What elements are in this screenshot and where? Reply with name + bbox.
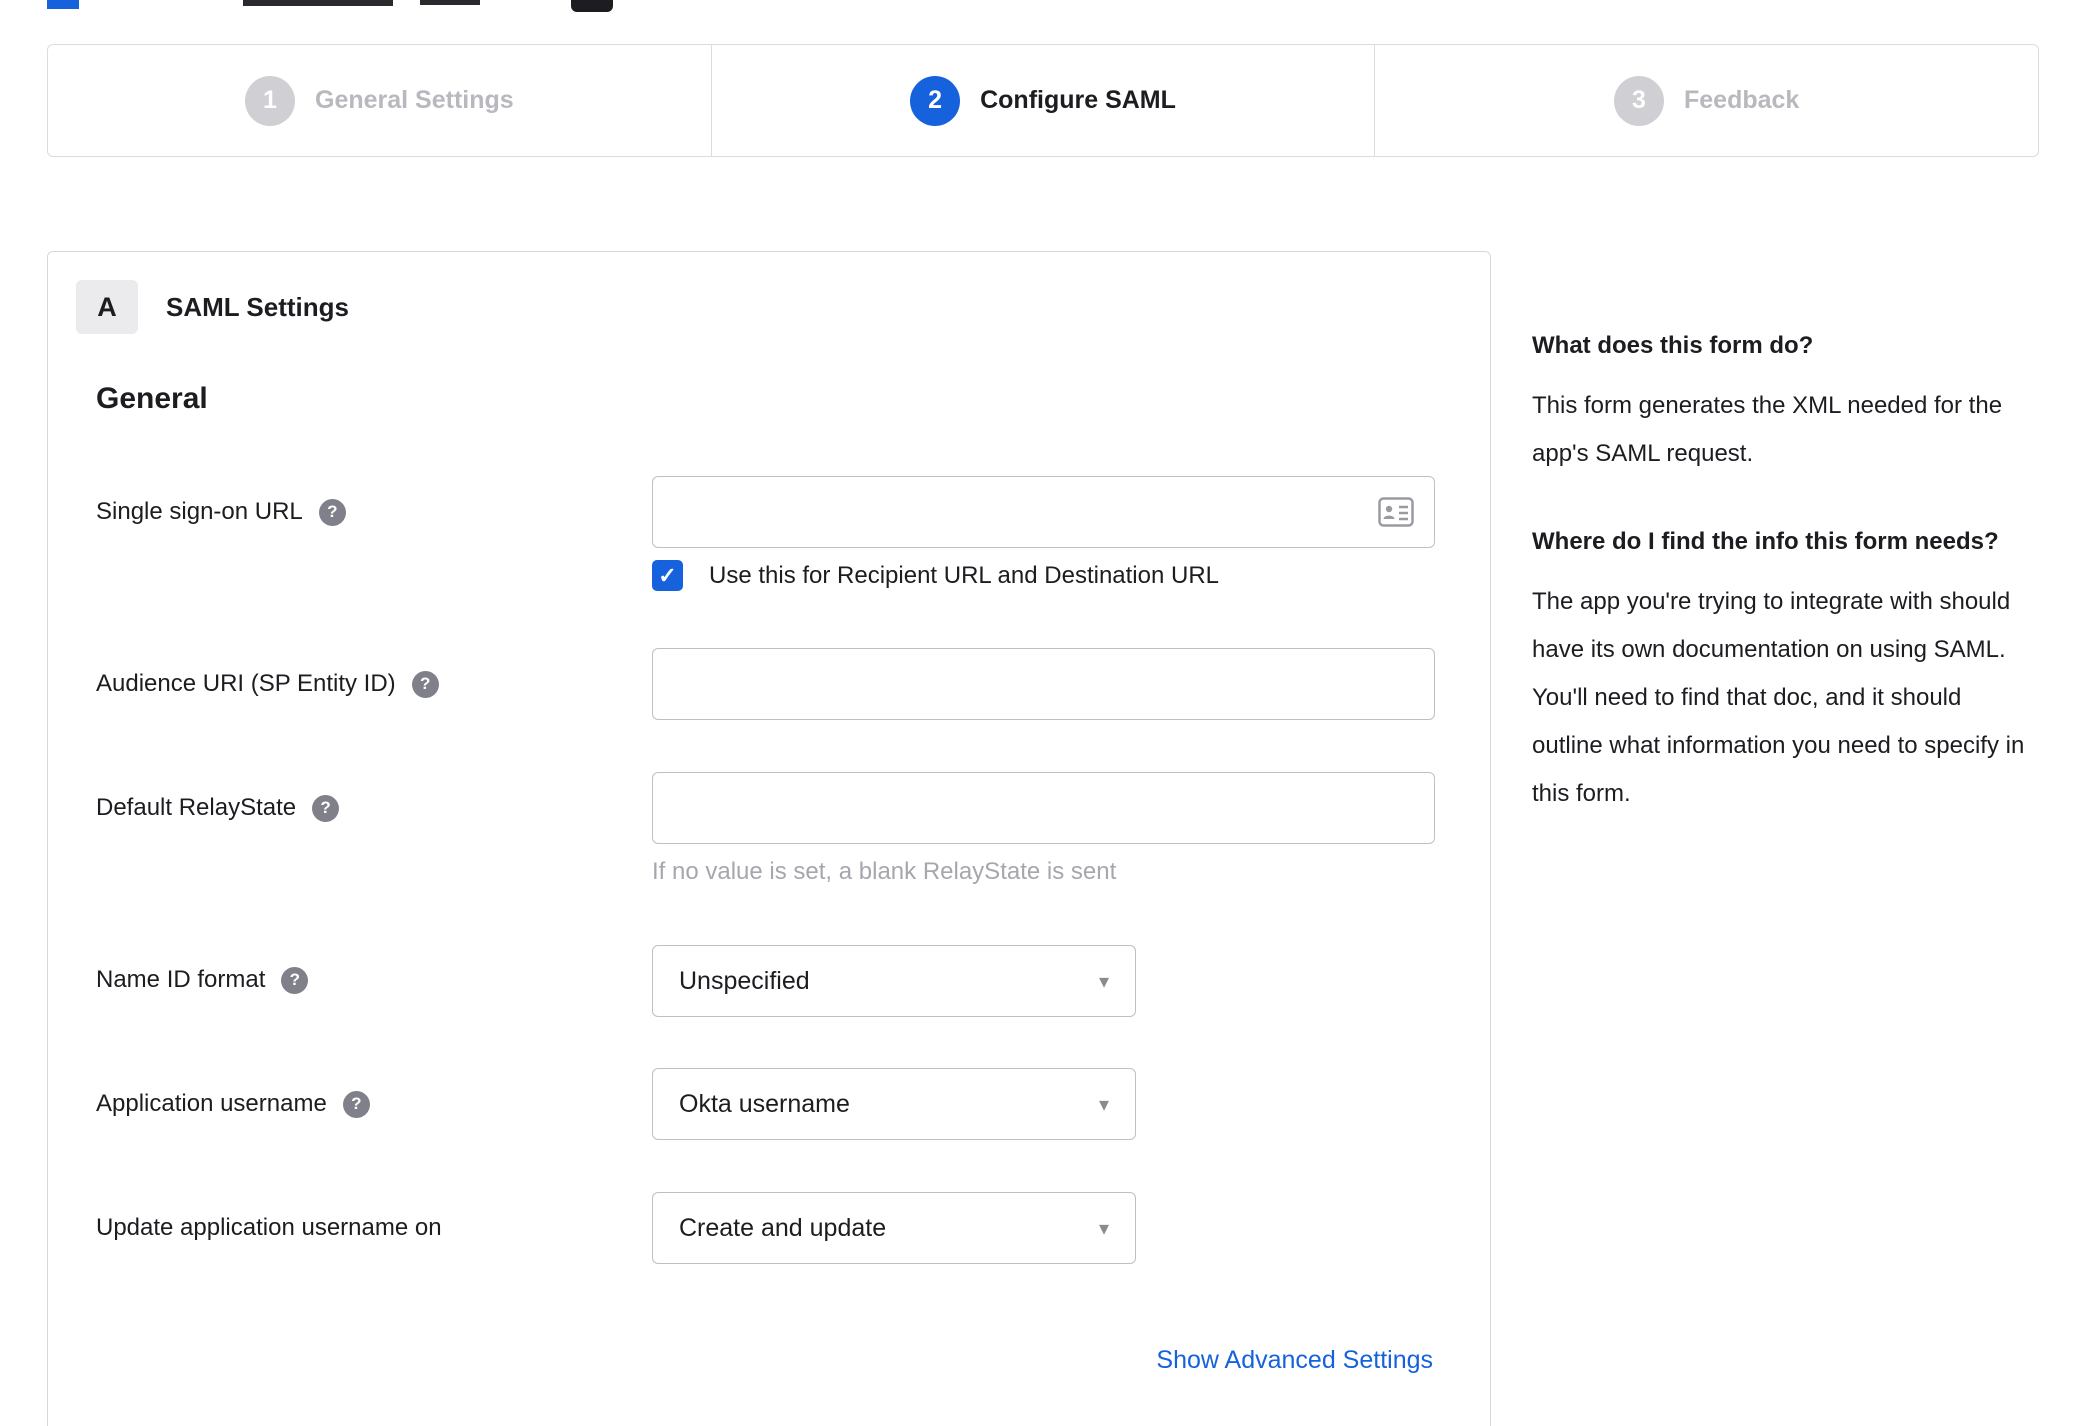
sidebar-question-2: Where do I find the info this form needs… [1532, 528, 1999, 555]
relay-state-helper-text: If no value is set, a blank RelayState i… [652, 858, 1117, 885]
help-icon[interactable]: ? [411, 670, 439, 698]
name-id-format-select[interactable]: Unspecified ▾ [652, 945, 1136, 1017]
app-username-label: Application username [96, 1090, 327, 1117]
recipient-url-checkbox-row: ✓ Use this for Recipient URL and Destina… [652, 560, 1219, 591]
section-a-badge: A [76, 280, 138, 334]
app-username-value: Okta username [679, 1089, 850, 1118]
app-username-select[interactable]: Okta username ▾ [652, 1068, 1136, 1140]
configure-saml-page: 1 General Settings 2 Configure SAML 3 Fe… [0, 0, 2092, 1426]
relay-state-label: Default RelayState [96, 794, 297, 821]
show-advanced-settings-link[interactable]: Show Advanced Settings [1156, 1338, 1433, 1382]
audience-uri-label-row: Audience URI (SP Entity ID) ? [96, 662, 439, 706]
relay-state-input[interactable] [652, 772, 1435, 844]
contact-card-icon [1378, 497, 1414, 527]
recipient-url-checkbox[interactable]: ✓ [652, 560, 683, 591]
step-number-badge: 3 [1614, 75, 1664, 126]
card-title: SAML Settings [166, 291, 349, 322]
name-id-format-value: Unspecified [679, 966, 810, 995]
sso-url-label-row: Single sign-on URL ? [96, 490, 346, 534]
audience-uri-label: Audience URI (SP Entity ID) [96, 670, 396, 697]
relay-state-label-row: Default RelayState ? [96, 786, 340, 830]
chevron-down-icon: ▾ [1098, 1217, 1109, 1240]
step-label: Configure SAML [980, 86, 1176, 114]
help-icon[interactable]: ? [318, 498, 346, 526]
name-id-format-label-row: Name ID format ? [96, 958, 309, 1002]
help-icon[interactable]: ? [281, 966, 309, 994]
step-label: General Settings [315, 86, 514, 114]
general-section-heading: General [96, 382, 208, 415]
help-icon[interactable]: ? [312, 794, 340, 822]
update-app-username-label: Update application username on [96, 1214, 442, 1241]
update-app-username-label-row: Update application username on [96, 1206, 442, 1250]
update-app-username-value: Create and update [679, 1213, 887, 1242]
step-general-settings[interactable]: 1 General Settings [48, 45, 711, 156]
sidebar-answer-1: This form generates the XML needed for t… [1532, 392, 2003, 467]
page-title-fragment [571, 0, 613, 12]
sso-url-input[interactable] [652, 476, 1435, 548]
step-number-badge: 2 [910, 75, 961, 126]
sso-url-label: Single sign-on URL [96, 498, 303, 525]
chevron-down-icon: ▾ [1098, 1093, 1109, 1116]
sidebar-question-1: What does this form do? [1532, 332, 1814, 359]
page-title-fragment [47, 0, 79, 9]
saml-settings-card: A SAML Settings General Single sign-on U… [47, 251, 1491, 1426]
page-title-fragment [420, 0, 480, 5]
step-label: Feedback [1684, 86, 1800, 114]
app-username-label-row: Application username ? [96, 1082, 370, 1126]
help-icon[interactable]: ? [342, 1090, 370, 1118]
wizard-stepper: 1 General Settings 2 Configure SAML 3 Fe… [47, 44, 2039, 157]
audience-uri-input[interactable] [652, 648, 1435, 720]
step-number-badge: 1 [245, 75, 295, 126]
help-sidebar: What does this form do? This form genera… [1532, 326, 2037, 818]
sidebar-answer-2: The app you're trying to integrate with … [1532, 588, 2025, 807]
update-app-username-select[interactable]: Create and update ▾ [652, 1192, 1136, 1264]
page-title-fragment [243, 0, 393, 6]
step-configure-saml[interactable]: 2 Configure SAML [710, 45, 1375, 156]
checkmark-icon: ✓ [658, 562, 677, 588]
recipient-url-checkbox-label[interactable]: Use this for Recipient URL and Destinati… [709, 562, 1219, 590]
name-id-format-label: Name ID format [96, 966, 266, 993]
chevron-down-icon: ▾ [1098, 970, 1109, 993]
step-feedback[interactable]: 3 Feedback [1374, 45, 2038, 156]
